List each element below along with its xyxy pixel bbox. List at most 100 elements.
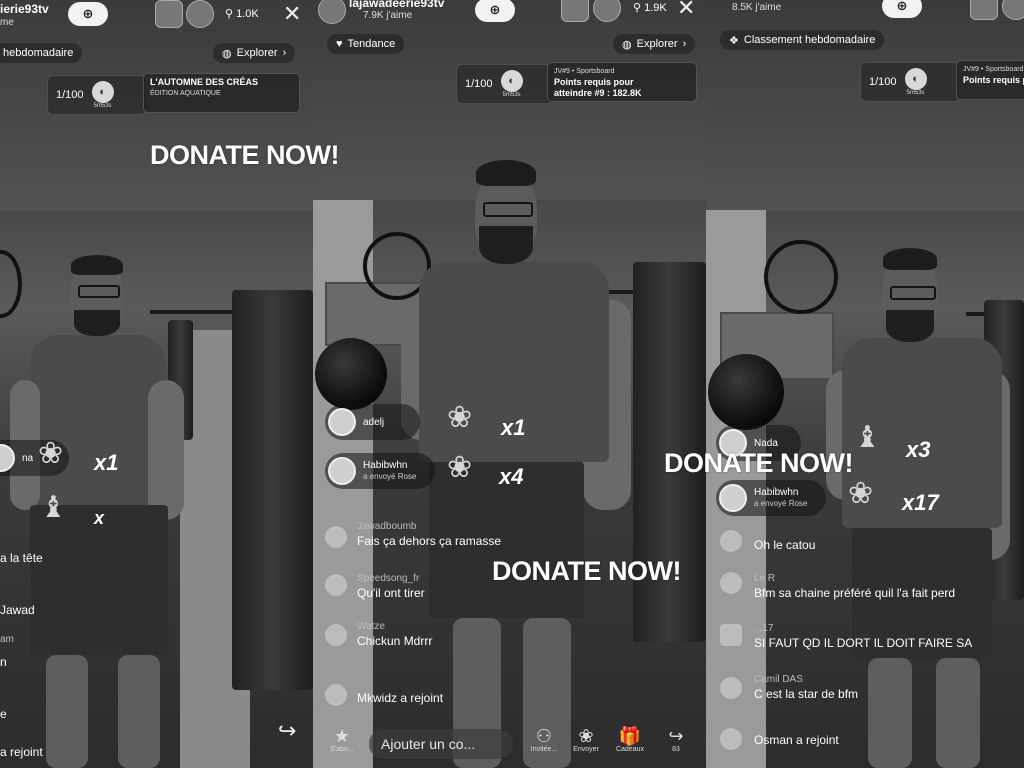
explore-pill[interactable]: ◍ Explorer › [613,34,696,54]
follow-button[interactable]: ⊕ [68,2,108,26]
event-banner[interactable]: L'AUTOMNE DES CRÉAS ÉDITION AQUATIQUE [143,73,300,113]
trending-label: Tendance [347,38,396,50]
gift-notification[interactable]: Habibwhn a envoyé Rose [716,480,826,516]
host-name[interactable]: lajawadeerie93tv [349,0,444,10]
chat-message: Speedsong_fr Qu'il ont tirer [357,573,425,600]
rank-value: 1/100 [465,78,493,90]
avatar [328,408,356,436]
share-button[interactable]: ↪ 83 [659,726,693,753]
send-rose-button[interactable]: ❀ Envoyer [569,726,603,753]
rank-timer: 5m53s [93,103,112,109]
follow-button[interactable]: ⊕ [475,0,515,22]
rose-gift-icon: ❀ [447,451,473,484]
viewer-count[interactable]: ⚲ 1.0K [225,7,259,21]
chevron-right-icon: › [282,47,287,59]
host-likes: 7.9K j'aime [363,10,413,21]
follow-button[interactable]: ⊕ [882,0,922,18]
gift-box-icon: 🎁 [618,726,642,746]
event-title: L'AUTOMNE DES CRÉAS [150,77,258,87]
explore-pill[interactable]: ◍ Explorer › [213,43,296,63]
donate-cta[interactable]: DONATE NOW! [150,140,339,171]
curtain [232,290,313,690]
donate-cta[interactable]: DONATE NOW! [492,556,681,587]
chat-message: a rejoint [0,745,43,759]
chat-message: Jawad [0,603,35,617]
subscribe-button[interactable]: ★ S'abo... [325,726,359,753]
donate-cta[interactable]: DONATE NOW! [664,448,853,479]
chat-message: Oh le catou [754,538,816,552]
rose-gift-icon: ❀ [447,401,473,434]
avatar [720,624,742,646]
event-banner[interactable]: JV#9 • Sportsboard Points requis pour at… [956,60,1024,100]
event-banner[interactable]: JV#9 • Sportsboard Points requis pour at… [547,62,697,102]
gift-multiplier: x3 [906,437,931,462]
avatar [325,526,347,548]
gift-sender: adelj [363,416,385,428]
star-icon: ★ [333,726,351,746]
gifts-button[interactable]: 🎁 Cadeaux [613,726,647,753]
close-icon[interactable]: ✕ [283,3,301,25]
top-viewer-avatar[interactable] [186,0,214,28]
person-icon: ⚲ [633,2,642,14]
avatar [720,530,742,552]
rank-box[interactable]: 1/100 ◐ 5m53s [860,62,960,102]
gift-sender: Nada [754,437,778,449]
top-viewer-avatar[interactable] [155,0,183,28]
rose-gift-icon: ❀ [848,477,874,510]
gift-notification[interactable]: Habibwhn a envoyé Rose [325,453,435,489]
trending-pill[interactable]: ♥ Tendance [327,34,405,54]
rank-timer: 5m53s [502,92,521,98]
avatar [325,624,347,646]
weekly-ranking-pill[interactable]: hebdomadaire [0,43,83,63]
event-subtitle: ÉDITION AQUATIQUE [150,90,221,97]
weekly-label: hebdomadaire [3,47,74,59]
hoop [0,250,22,318]
chat-message: e [0,707,7,721]
invite-button[interactable]: ⚇ Invitée... [527,726,561,753]
avatar [720,572,742,594]
gift-multiplier: x17 [902,490,939,515]
gift-multiplier: x1 [94,450,119,475]
top-viewer-avatar[interactable] [561,0,589,22]
explore-label: Explorer [236,47,278,59]
rank-box[interactable]: 1/100 ◐ 5m53s [456,64,554,104]
rose-gift-icon: ❀ [38,437,64,470]
gift-sender: Habibwhn [363,460,408,471]
hoop [764,240,838,314]
gift-icon: ♝ [40,491,67,524]
host-likes: 8.5K j'aime [732,2,782,13]
trophy-icon: ◐ [904,68,927,90]
chat-message: Le R Bfm sa chaine préféré quil l'a fait … [754,573,956,600]
weekly-ranking-pill[interactable]: ❖ Classement hebdomadaire [720,30,885,50]
people-icon: ⚇ [535,726,553,746]
rank-value: 1/100 [56,89,84,101]
share-icon[interactable]: ↪ [278,718,296,744]
join-message: Osman a rejoint [754,733,839,747]
top-viewer-avatar[interactable] [970,0,998,20]
chat-message: ...17 SI FAUT QD IL DORT IL DOIT FAIRE SA [754,623,973,650]
gift-icon: ♝ [854,421,881,454]
rose-icon: ❀ [578,726,594,746]
trophy-icon: ◐ [500,70,523,92]
close-icon[interactable]: ✕ [677,0,695,19]
gift-sender: na [22,452,34,464]
gift-notification[interactable]: adelj [325,404,420,440]
viewer-count[interactable]: ⚲ 1.9K [633,1,667,15]
gift-sender: Habibwhn [754,487,799,498]
comment-input[interactable]: Ajouter un co... [369,729,513,759]
host-name[interactable]: ierie93tv [0,2,49,16]
rank-box[interactable]: 1/100 ◐ 5m53s [47,75,147,115]
avatar [720,677,742,699]
chevron-right-icon: › [682,38,687,50]
chat-message: n [0,655,7,669]
chat-message: am [0,634,14,645]
join-message: Mkwidz a rejoint [357,691,444,705]
center-stream-panel: lajawadeerie93tv 7.9K j'aime ⊕ ⚲ 1.9K ✕ … [313,0,706,768]
event-subtitle: JV#9 • Sportsboard [554,68,615,75]
punching-ball [315,338,387,410]
trophy-icon: ◐ [91,81,114,103]
heart-icon: ♥ [336,38,343,50]
chat-message: Watze Chickun Mdrrr [357,621,433,648]
avatar [720,728,742,750]
avatar [328,457,356,485]
